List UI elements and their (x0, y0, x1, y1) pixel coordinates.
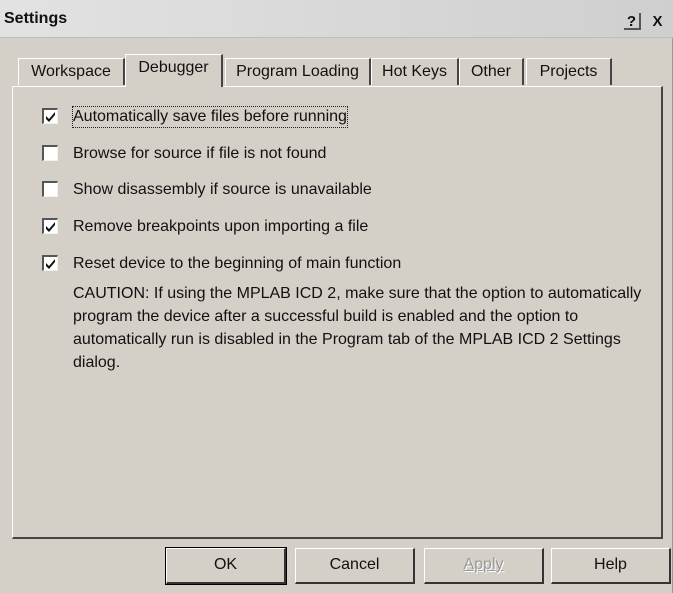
reset-device-label: Reset device to the beginning of main fu… (73, 255, 402, 272)
ok-button-label: OK (213, 556, 238, 573)
tab-projects[interactable]: Projects (526, 58, 612, 85)
tab-debugger[interactable]: Debugger (125, 54, 223, 87)
close-icon[interactable]: X (649, 13, 666, 30)
apply-button: Apply (424, 548, 544, 584)
auto-save-checkbox[interactable] (42, 108, 58, 124)
title-bar[interactable]: Settings ? X (0, 0, 673, 38)
auto-save-label: Automatically save files before running (72, 106, 348, 128)
show-disassembly-checkbox[interactable] (42, 181, 58, 197)
remove-breakpoints-checkbox[interactable] (42, 218, 58, 234)
show-disassembly-label: Show disassembly if source is unavailabl… (73, 181, 372, 198)
help-button[interactable]: Help (551, 548, 671, 584)
cancel-button[interactable]: Cancel (295, 548, 415, 584)
ok-button[interactable]: OK (165, 547, 287, 585)
browse-source-label: Browse for source if file is not found (73, 145, 327, 162)
cancel-button-label: Cancel (329, 556, 380, 573)
reset-device-checkbox[interactable] (42, 255, 58, 271)
tab-hot-keys[interactable]: Hot Keys (371, 58, 459, 85)
help-button-label: Help (594, 556, 627, 573)
check-mark-icon (46, 222, 55, 232)
tab-workspace[interactable]: Workspace (18, 58, 125, 85)
check-mark-icon (46, 112, 55, 122)
remove-breakpoints-label: Remove breakpoints upon importing a file (73, 218, 369, 235)
check-mark-icon (46, 259, 55, 269)
tab-other[interactable]: Other (459, 58, 524, 85)
window-title: Settings (4, 10, 68, 27)
apply-button-label: Apply (463, 556, 504, 573)
browse-source-checkbox[interactable] (42, 145, 58, 161)
help-icon[interactable]: ? (624, 13, 641, 30)
tab-program-loading[interactable]: Program Loading (225, 58, 371, 85)
settings-dialog: Settings ? X Workspace Debugger Program … (0, 0, 673, 593)
caution-text: CAUTION: If using the MPLAB ICD 2, make … (73, 285, 642, 371)
